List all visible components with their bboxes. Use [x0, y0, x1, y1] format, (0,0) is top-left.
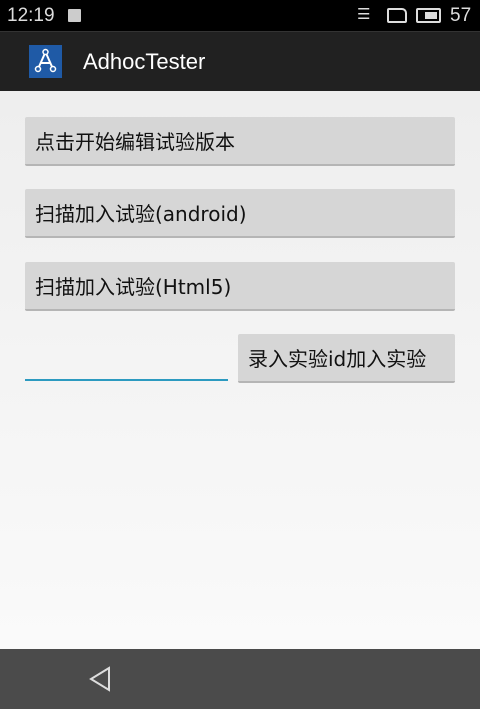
edit-experiment-button[interactable]: 点击开始编辑试验版本	[25, 117, 455, 166]
battery-level: 57	[450, 5, 472, 26]
sim-icon	[387, 8, 407, 23]
status-bar: 12:19 ☰ 57	[0, 0, 480, 31]
notification-icon	[68, 9, 81, 22]
experiment-id-input[interactable]	[25, 337, 228, 381]
back-triangle-icon[interactable]	[88, 666, 112, 692]
app-title: AdhocTester	[83, 49, 206, 74]
scan-android-button[interactable]: 扫描加入试验(android)	[25, 189, 455, 238]
battery-icon	[416, 8, 441, 23]
app-bar: AdhocTester	[0, 31, 480, 91]
join-by-id-button[interactable]: 录入实验id加入实验	[238, 334, 455, 383]
scan-html5-button[interactable]: 扫描加入试验(Html5)	[25, 262, 455, 311]
clock: 12:19	[7, 5, 55, 26]
navigation-bar	[0, 649, 480, 709]
wifi-icon: ☰	[357, 6, 371, 23]
adhoc-logo-icon	[29, 45, 62, 78]
main-content: 点击开始编辑试验版本 扫描加入试验(android) 扫描加入试验(Html5)…	[0, 91, 480, 649]
